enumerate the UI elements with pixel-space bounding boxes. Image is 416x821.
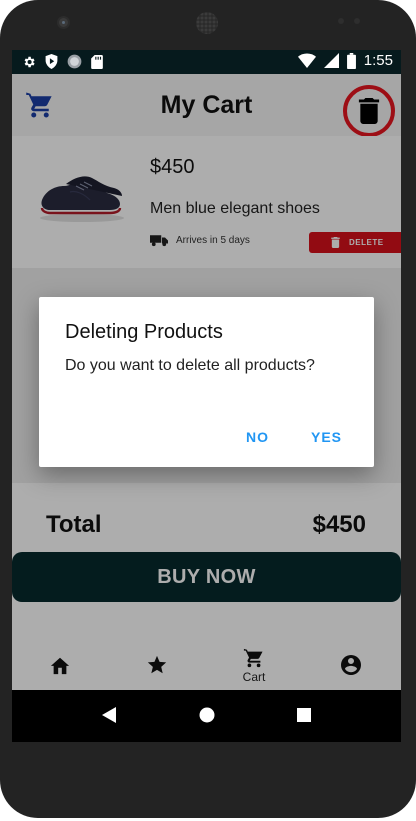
front-camera <box>57 16 70 29</box>
earpiece-speaker <box>196 12 218 34</box>
wifi-icon <box>297 53 316 68</box>
battery-icon <box>346 52 356 69</box>
dialog-message: Do you want to delete all products? <box>65 357 315 374</box>
status-time: 1:55 <box>363 52 393 69</box>
cellular-signal-icon <box>323 53 339 68</box>
system-nav-bar <box>12 690 401 742</box>
light-sensor <box>354 18 360 24</box>
sd-card-icon <box>91 54 103 69</box>
screen: 1:55 My Cart $450 Men blue elegant shoes… <box>12 50 401 742</box>
proximity-sensor <box>338 18 344 24</box>
sync-circle-icon <box>67 54 82 69</box>
recents-icon[interactable] <box>297 708 311 722</box>
dialog-no-button[interactable]: NO <box>246 429 269 445</box>
play-protect-icon <box>45 54 58 69</box>
confirm-dialog: Deleting Products Do you want to delete … <box>39 297 374 467</box>
status-bar: 1:55 <box>12 50 401 74</box>
dialog-yes-button[interactable]: YES <box>311 429 342 445</box>
back-icon[interactable] <box>102 707 116 723</box>
settings-icon <box>24 56 35 67</box>
home-circle-icon[interactable] <box>199 707 215 723</box>
phone-frame: 1:55 My Cart $450 Men blue elegant shoes… <box>0 0 416 818</box>
dialog-title: Deleting Products <box>65 321 223 343</box>
